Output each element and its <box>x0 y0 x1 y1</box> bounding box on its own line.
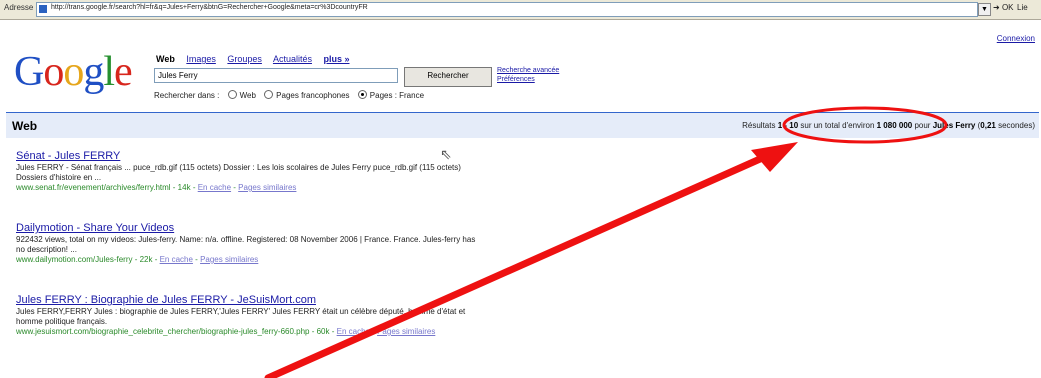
annotation-overlay <box>264 106 948 378</box>
annotation-arrow-shaft <box>264 155 764 378</box>
arrow-head-icon <box>751 142 798 172</box>
highlight-ellipse <box>782 106 948 144</box>
